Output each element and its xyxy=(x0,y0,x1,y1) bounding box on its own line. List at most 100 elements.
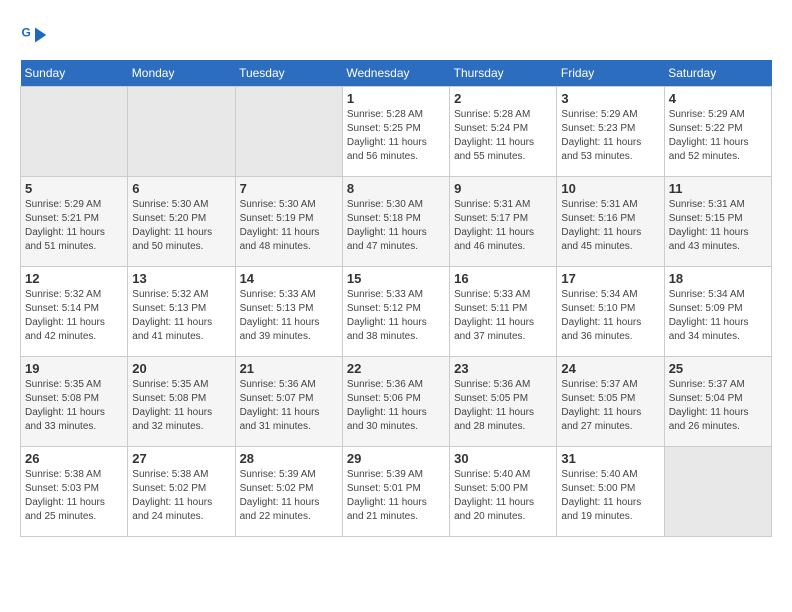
day-info: Sunrise: 5:30 AM Sunset: 5:20 PM Dayligh… xyxy=(132,198,230,254)
day-number: 24 xyxy=(561,361,659,376)
calendar-cell: 27Sunrise: 5:38 AM Sunset: 5:02 PM Dayli… xyxy=(128,447,235,537)
calendar-cell: 9 Sunrise: 5:31 AM Sunset: 5:17 PM Daylig… xyxy=(450,177,557,267)
day-info: Sunrise: 5:40 AM Sunset: 5:00 PM Dayligh… xyxy=(454,468,552,524)
calendar-cell: 26 Sunrise: 5:38 AM Sunset: 5:03 PM Dayli… xyxy=(21,447,128,537)
calendar-cell: 16 Sunrise: 5:33 AM Sunset: 5:11 PM Dayli… xyxy=(450,267,557,357)
calendar-cell: 6 Sunrise: 5:30 AM Sunset: 5:20 PM Daylig… xyxy=(128,177,235,267)
day-info: Sunrise: 5:36 AM Sunset: 5:05 PM Dayligh… xyxy=(454,378,552,434)
calendar-cell: 17 Sunrise: 5:34 AM Sunset: 5:10 PM Dayli… xyxy=(557,267,664,357)
day-number: 7 xyxy=(240,181,338,196)
calendar-cell: 22 Sunrise: 5:36 AM Sunset: 5:06 PM Dayli… xyxy=(342,357,449,447)
day-info: Sunrise: 5:37 AM Sunset: 5:05 PM Dayligh… xyxy=(561,378,659,434)
calendar-cell: 8Sunrise: 5:30 AM Sunset: 5:18 PM Daylig… xyxy=(342,177,449,267)
calendar-cell: 29 Sunrise: 5:39 AM Sunset: 5:01 PM Dayli… xyxy=(342,447,449,537)
calendar-cell: 1 Sunrise: 5:28 AM Sunset: 5:25 PM Daylig… xyxy=(342,87,449,177)
calendar-cell: 11Sunrise: 5:31 AM Sunset: 5:15 PM Dayli… xyxy=(664,177,771,267)
day-info: Sunrise: 5:28 AM Sunset: 5:24 PM Dayligh… xyxy=(454,108,552,164)
day-number: 25 xyxy=(669,361,767,376)
calendar-cell: 12 Sunrise: 5:32 AM Sunset: 5:14 PM Dayli… xyxy=(21,267,128,357)
day-info: Sunrise: 5:35 AM Sunset: 5:08 PM Dayligh… xyxy=(25,378,123,434)
day-number: 26 xyxy=(25,451,123,466)
calendar-cell: 23 Sunrise: 5:36 AM Sunset: 5:05 PM Dayli… xyxy=(450,357,557,447)
day-number: 15 xyxy=(347,271,445,286)
calendar-cell: 20 Sunrise: 5:35 AM Sunset: 5:08 PM Dayli… xyxy=(128,357,235,447)
day-number: 18 xyxy=(669,271,767,286)
calendar-cell: 18 Sunrise: 5:34 AM Sunset: 5:09 PM Dayli… xyxy=(664,267,771,357)
calendar-week-1: 1 Sunrise: 5:28 AM Sunset: 5:25 PM Daylig… xyxy=(21,87,772,177)
day-number: 8 xyxy=(347,181,445,196)
day-number: 30 xyxy=(454,451,552,466)
day-info: Sunrise: 5:36 AM Sunset: 5:07 PM Dayligh… xyxy=(240,378,338,434)
day-header-friday: Friday xyxy=(557,60,664,87)
calendar-week-2: 5Sunrise: 5:29 AM Sunset: 5:21 PM Daylig… xyxy=(21,177,772,267)
day-header-tuesday: Tuesday xyxy=(235,60,342,87)
day-info: Sunrise: 5:31 AM Sunset: 5:17 PM Dayligh… xyxy=(454,198,552,254)
day-number: 12 xyxy=(25,271,123,286)
day-header-wednesday: Wednesday xyxy=(342,60,449,87)
day-info: Sunrise: 5:29 AM Sunset: 5:23 PM Dayligh… xyxy=(561,108,659,164)
calendar-cell: 14Sunrise: 5:33 AM Sunset: 5:13 PM Dayli… xyxy=(235,267,342,357)
calendar-cell: 5Sunrise: 5:29 AM Sunset: 5:21 PM Daylig… xyxy=(21,177,128,267)
day-info: Sunrise: 5:33 AM Sunset: 5:13 PM Dayligh… xyxy=(240,288,338,344)
calendar-week-3: 12 Sunrise: 5:32 AM Sunset: 5:14 PM Dayli… xyxy=(21,267,772,357)
day-number: 1 xyxy=(347,91,445,106)
calendar-cell: 7 Sunrise: 5:30 AM Sunset: 5:19 PM Daylig… xyxy=(235,177,342,267)
day-number: 4 xyxy=(669,91,767,106)
day-info: Sunrise: 5:32 AM Sunset: 5:13 PM Dayligh… xyxy=(132,288,230,344)
day-number: 31 xyxy=(561,451,659,466)
day-number: 19 xyxy=(25,361,123,376)
svg-text:G: G xyxy=(22,26,31,40)
logo-icon: G xyxy=(20,20,50,50)
calendar-cell: 10Sunrise: 5:31 AM Sunset: 5:16 PM Dayli… xyxy=(557,177,664,267)
calendar-cell: 24 Sunrise: 5:37 AM Sunset: 5:05 PM Dayli… xyxy=(557,357,664,447)
day-number: 22 xyxy=(347,361,445,376)
day-number: 21 xyxy=(240,361,338,376)
day-info: Sunrise: 5:38 AM Sunset: 5:02 PM Dayligh… xyxy=(132,468,230,524)
day-info: Sunrise: 5:34 AM Sunset: 5:10 PM Dayligh… xyxy=(561,288,659,344)
day-header-thursday: Thursday xyxy=(450,60,557,87)
day-number: 23 xyxy=(454,361,552,376)
day-number: 5 xyxy=(25,181,123,196)
calendar-cell: 13 Sunrise: 5:32 AM Sunset: 5:13 PM Dayli… xyxy=(128,267,235,357)
calendar-cell: 25 Sunrise: 5:37 AM Sunset: 5:04 PM Dayli… xyxy=(664,357,771,447)
day-number: 13 xyxy=(132,271,230,286)
calendar-cell: 4 Sunrise: 5:29 AM Sunset: 5:22 PM Daylig… xyxy=(664,87,771,177)
calendar-cell xyxy=(21,87,128,177)
calendar-cell: 19 Sunrise: 5:35 AM Sunset: 5:08 PM Dayli… xyxy=(21,357,128,447)
day-info: Sunrise: 5:31 AM Sunset: 5:16 PM Dayligh… xyxy=(561,198,659,254)
calendar-cell xyxy=(664,447,771,537)
day-number: 17 xyxy=(561,271,659,286)
day-info: Sunrise: 5:38 AM Sunset: 5:03 PM Dayligh… xyxy=(25,468,123,524)
day-info: Sunrise: 5:39 AM Sunset: 5:01 PM Dayligh… xyxy=(347,468,445,524)
day-info: Sunrise: 5:29 AM Sunset: 5:22 PM Dayligh… xyxy=(669,108,767,164)
day-info: Sunrise: 5:37 AM Sunset: 5:04 PM Dayligh… xyxy=(669,378,767,434)
day-info: Sunrise: 5:39 AM Sunset: 5:02 PM Dayligh… xyxy=(240,468,338,524)
calendar-cell: 21 Sunrise: 5:36 AM Sunset: 5:07 PM Dayli… xyxy=(235,357,342,447)
calendar-cell: 3Sunrise: 5:29 AM Sunset: 5:23 PM Daylig… xyxy=(557,87,664,177)
calendar-body: 1 Sunrise: 5:28 AM Sunset: 5:25 PM Daylig… xyxy=(21,87,772,537)
day-number: 6 xyxy=(132,181,230,196)
day-number: 16 xyxy=(454,271,552,286)
page-header: G xyxy=(20,20,772,50)
calendar-cell: 28Sunrise: 5:39 AM Sunset: 5:02 PM Dayli… xyxy=(235,447,342,537)
calendar-header-row: SundayMondayTuesdayWednesdayThursdayFrid… xyxy=(21,60,772,87)
calendar-week-5: 26 Sunrise: 5:38 AM Sunset: 5:03 PM Dayli… xyxy=(21,447,772,537)
day-number: 20 xyxy=(132,361,230,376)
day-info: Sunrise: 5:28 AM Sunset: 5:25 PM Dayligh… xyxy=(347,108,445,164)
day-info: Sunrise: 5:32 AM Sunset: 5:14 PM Dayligh… xyxy=(25,288,123,344)
day-info: Sunrise: 5:33 AM Sunset: 5:11 PM Dayligh… xyxy=(454,288,552,344)
day-number: 9 xyxy=(454,181,552,196)
day-info: Sunrise: 5:36 AM Sunset: 5:06 PM Dayligh… xyxy=(347,378,445,434)
day-number: 2 xyxy=(454,91,552,106)
calendar-cell: 15Sunrise: 5:33 AM Sunset: 5:12 PM Dayli… xyxy=(342,267,449,357)
calendar-table: SundayMondayTuesdayWednesdayThursdayFrid… xyxy=(20,60,772,537)
day-number: 29 xyxy=(347,451,445,466)
day-info: Sunrise: 5:35 AM Sunset: 5:08 PM Dayligh… xyxy=(132,378,230,434)
calendar-cell: 30 Sunrise: 5:40 AM Sunset: 5:00 PM Dayli… xyxy=(450,447,557,537)
day-number: 11 xyxy=(669,181,767,196)
calendar-week-4: 19 Sunrise: 5:35 AM Sunset: 5:08 PM Dayli… xyxy=(21,357,772,447)
calendar-cell: 31 Sunrise: 5:40 AM Sunset: 5:00 PM Dayli… xyxy=(557,447,664,537)
day-info: Sunrise: 5:30 AM Sunset: 5:19 PM Dayligh… xyxy=(240,198,338,254)
day-info: Sunrise: 5:34 AM Sunset: 5:09 PM Dayligh… xyxy=(669,288,767,344)
day-info: Sunrise: 5:40 AM Sunset: 5:00 PM Dayligh… xyxy=(561,468,659,524)
